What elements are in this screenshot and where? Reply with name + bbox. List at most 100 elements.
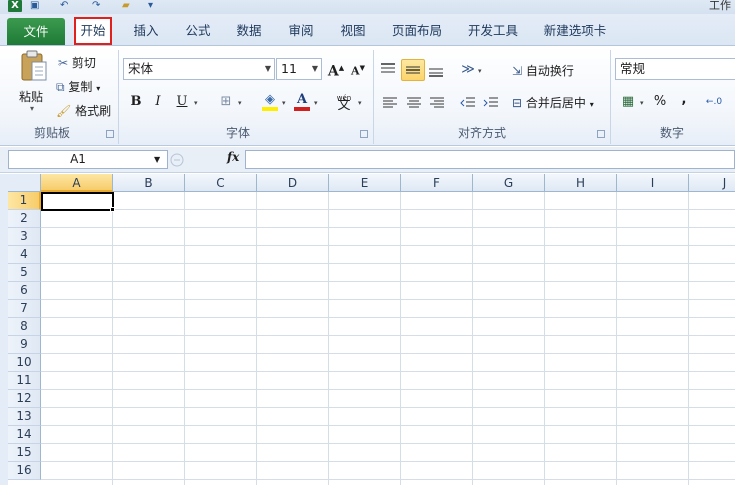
row-header-1[interactable]: 1 <box>8 192 41 210</box>
save-icon[interactable]: ▣ <box>30 0 39 12</box>
row-header-9[interactable]: 9 <box>8 336 41 354</box>
grow-font-button[interactable]: A▲ <box>326 58 346 80</box>
accounting-format-icon[interactable]: ▦ <box>618 92 638 112</box>
merge-center-dropdown-icon[interactable]: ▾ <box>590 100 594 109</box>
tab-developer[interactable]: 开发工具 <box>462 17 524 44</box>
row-header-12[interactable]: 12 <box>8 390 41 408</box>
merge-center-button[interactable]: ⊟ 合并后居中 ▾ <box>512 94 594 111</box>
row-header-4[interactable]: 4 <box>8 246 41 264</box>
cut-button[interactable]: ✂ 剪切 <box>58 54 96 71</box>
row-header-11[interactable]: 11 <box>8 372 41 390</box>
shrink-font-button[interactable]: A▼ <box>348 58 368 78</box>
formula-input[interactable] <box>245 150 735 169</box>
tab-new-tab[interactable]: 新建选项卡 <box>538 17 612 44</box>
fill-color-icon[interactable]: ◈ <box>260 90 280 111</box>
cut-label: 剪切 <box>71 56 96 70</box>
align-middle-button[interactable] <box>401 59 425 81</box>
ribbon-home: 粘贴 ▾ ✂ 剪切 ⧉ 复制 ▾ 🖌 格式刷 剪贴板 宋体 ▼ 11 ▼ A▲ … <box>0 46 735 146</box>
row-header-10[interactable]: 10 <box>8 354 41 372</box>
cell-area[interactable] <box>41 192 735 485</box>
alignment-launcher-icon[interactable] <box>597 130 605 138</box>
paste-dropdown-icon[interactable]: ▾ <box>30 104 34 113</box>
row-header-13[interactable]: 13 <box>8 408 41 426</box>
column-header-d[interactable]: D <box>257 174 329 192</box>
tab-insert[interactable]: 插入 <box>126 17 166 44</box>
worksheet-grid[interactable]: ABCDEFGHIJ 1 2 3 4 5 6 7 8 9 10 11 12 13 14 15 16 <box>0 174 735 485</box>
align-top-icon[interactable] <box>380 62 396 76</box>
column-header-a[interactable]: A <box>41 174 113 192</box>
row-header-16[interactable]: 16 <box>8 462 41 480</box>
fill-handle[interactable] <box>110 207 115 212</box>
align-right-icon[interactable] <box>429 96 445 110</box>
font-name-combo[interactable]: 宋体 ▼ <box>123 58 275 80</box>
paste-icon[interactable] <box>20 50 48 82</box>
column-header-h[interactable]: H <box>545 174 617 192</box>
percent-style-button[interactable]: % <box>650 92 670 112</box>
tab-home[interactable]: 开始 <box>74 17 112 45</box>
fill-color-dropdown-icon[interactable]: ▾ <box>282 99 286 107</box>
formula-bar-expand-icon[interactable] <box>170 153 184 167</box>
tab-formulas[interactable]: 公式 <box>178 17 218 44</box>
format-painter-icon: 🖌 <box>56 104 72 118</box>
borders-icon[interactable]: ⊞ <box>216 92 236 112</box>
bold-button[interactable]: B <box>126 92 146 112</box>
row-header-15[interactable]: 15 <box>8 444 41 462</box>
paste-button[interactable]: 粘贴 <box>19 88 43 105</box>
row-header-2[interactable]: 2 <box>8 210 41 228</box>
column-header-c[interactable]: C <box>185 174 257 192</box>
row-header-5[interactable]: 5 <box>8 264 41 282</box>
selected-cell-a1[interactable] <box>41 192 114 211</box>
copy-button[interactable]: ⧉ 复制 ▾ <box>56 78 100 95</box>
underline-button[interactable]: U <box>172 92 192 112</box>
accounting-dropdown-icon[interactable]: ▾ <box>640 99 644 107</box>
align-center-icon[interactable] <box>406 96 422 110</box>
tab-page-layout[interactable]: 页面布局 <box>387 17 447 44</box>
customize-qat-icon[interactable]: ▾ <box>148 0 153 12</box>
align-bottom-icon[interactable] <box>428 64 444 78</box>
name-box-dropdown-icon[interactable]: ▼ <box>154 155 160 164</box>
increase-decimal-icon[interactable]: ←.0 <box>704 92 724 112</box>
column-header-i[interactable]: I <box>617 174 689 192</box>
column-header-f[interactable]: F <box>401 174 473 192</box>
column-header-j[interactable]: J <box>689 174 735 192</box>
number-format-combo[interactable]: 常规 <box>615 58 735 80</box>
decrease-indent-icon[interactable] <box>460 96 476 110</box>
insert-function-button[interactable]: fx <box>227 150 239 164</box>
comma-style-button[interactable]: , <box>674 90 694 110</box>
font-size-combo[interactable]: 11 ▼ <box>276 58 322 80</box>
select-all-button[interactable] <box>8 174 41 192</box>
underline-dropdown-icon[interactable]: ▾ <box>194 99 198 107</box>
tab-data[interactable]: 数据 <box>229 17 269 44</box>
row-header-14[interactable]: 14 <box>8 426 41 444</box>
orientation-dropdown-icon[interactable]: ▾ <box>478 67 482 75</box>
phonetic-dropdown-icon[interactable]: ▾ <box>358 99 362 107</box>
row-header-8[interactable]: 8 <box>8 318 41 336</box>
row-header-6[interactable]: 6 <box>8 282 41 300</box>
font-launcher-icon[interactable] <box>360 130 368 138</box>
column-header-e[interactable]: E <box>329 174 401 192</box>
orientation-icon[interactable]: ≫ <box>458 60 478 80</box>
font-color-button[interactable]: A <box>292 90 312 111</box>
name-box[interactable]: A1 <box>8 150 168 169</box>
excel-logo-icon[interactable]: X <box>8 0 22 12</box>
column-header-b[interactable]: B <box>113 174 185 192</box>
column-header-g[interactable]: G <box>473 174 545 192</box>
font-color-dropdown-icon[interactable]: ▾ <box>314 99 318 107</box>
increase-indent-icon[interactable] <box>483 96 499 110</box>
tab-file[interactable]: 文件 <box>7 18 65 45</box>
tab-review[interactable]: 审阅 <box>281 17 321 44</box>
redo-icon[interactable]: ↷ <box>92 0 100 12</box>
align-left-icon[interactable] <box>382 96 398 110</box>
open-folder-icon[interactable]: ▰ <box>122 0 130 12</box>
wrap-text-button[interactable]: ⇲ 自动换行 <box>512 62 574 79</box>
italic-button[interactable]: I <box>148 92 168 112</box>
format-painter-button[interactable]: 🖌 格式刷 <box>56 102 111 119</box>
borders-dropdown-icon[interactable]: ▾ <box>238 99 242 107</box>
copy-dropdown-icon[interactable]: ▾ <box>96 84 100 93</box>
tab-view[interactable]: 视图 <box>333 17 373 44</box>
row-header-3[interactable]: 3 <box>8 228 41 246</box>
phonetic-button[interactable]: wén 文 <box>334 90 354 113</box>
row-header-7[interactable]: 7 <box>8 300 41 318</box>
clipboard-launcher-icon[interactable] <box>106 130 114 138</box>
undo-icon[interactable]: ↶ <box>60 0 68 12</box>
